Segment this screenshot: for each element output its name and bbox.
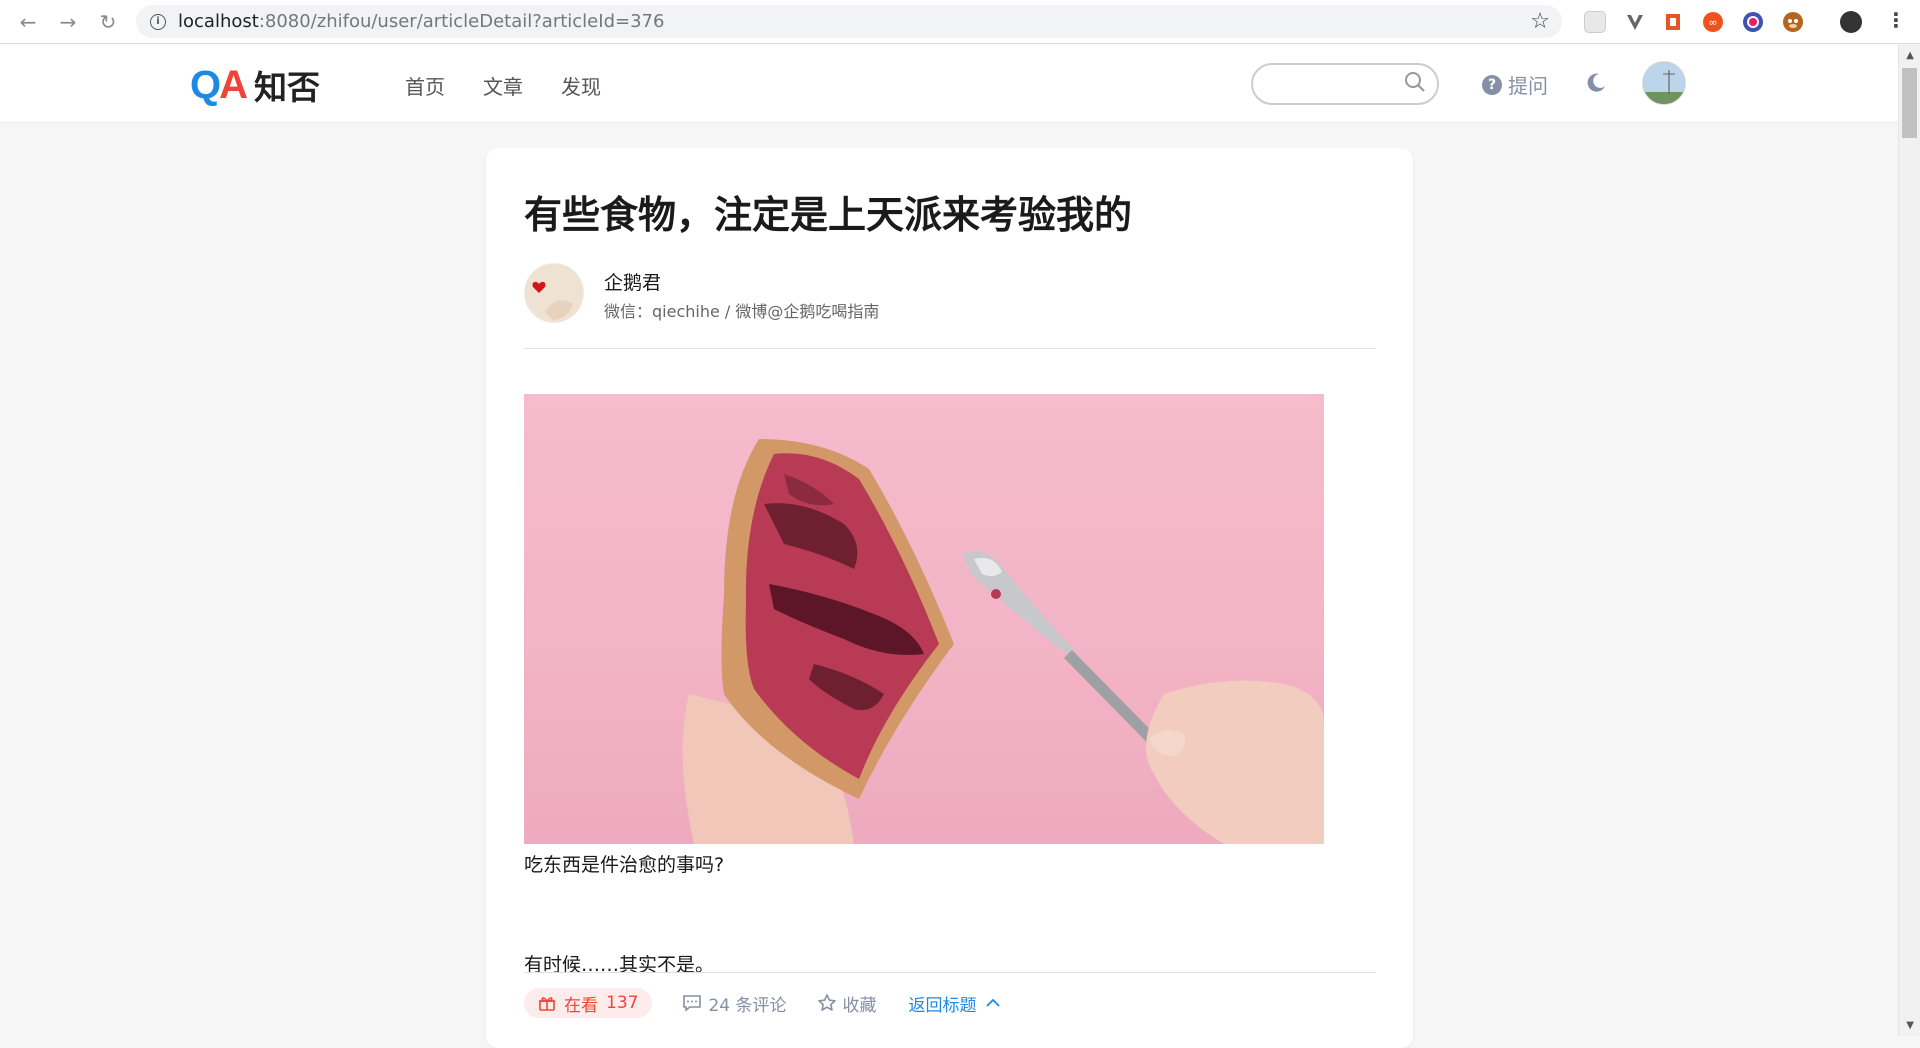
site-logo[interactable]: Q A 知否	[190, 61, 320, 109]
back-label: 返回标题	[908, 995, 977, 1016]
extension-color-icon[interactable]	[1742, 11, 1764, 33]
site-header: Q A 知否 首页 文章 发现 ? 提问	[0, 45, 1898, 123]
nav-articles[interactable]: 文章	[483, 71, 523, 100]
bookmark-star-icon[interactable]: ☆	[1530, 9, 1550, 34]
extension-infinity-icon[interactable]: ∞	[1702, 11, 1724, 33]
info-icon[interactable]: i	[150, 13, 166, 30]
back-to-title-link[interactable]: 返回标题	[909, 991, 1001, 1016]
article-image-toast-jam	[524, 394, 1324, 844]
nav-discover[interactable]: 发现	[561, 71, 601, 100]
divider	[524, 348, 1376, 349]
scroll-down-arrow-icon[interactable]: ▼	[1906, 1020, 1914, 1031]
profile-avatar-icon[interactable]	[1840, 11, 1862, 33]
favorite-button[interactable]: 收藏	[817, 991, 877, 1016]
main-nav: 首页 文章 发现	[405, 71, 601, 100]
star-outline-icon	[817, 994, 836, 1011]
chevron-up-icon	[985, 998, 1000, 1007]
url-host: localhost	[178, 11, 259, 32]
logo-q: Q	[190, 62, 222, 107]
search-box	[1251, 63, 1439, 105]
comments-label: 24 条评论	[708, 995, 787, 1016]
back-arrow-icon[interactable]: ←	[14, 8, 42, 36]
watching-label: 在看	[564, 995, 598, 1016]
logo-text: 知否	[254, 68, 321, 107]
browser-toolbar: ← → ↻ i localhost :8080/zhifou/user/arti…	[0, 0, 1920, 44]
browser-menu-icon[interactable]: ⋮	[1886, 8, 1906, 32]
scrollbar-thumb[interactable]	[1902, 68, 1917, 138]
address-bar[interactable]: i localhost :8080/zhifou/user/articleDet…	[136, 5, 1562, 38]
author-avatar[interactable]	[524, 263, 584, 323]
favorite-label: 收藏	[842, 995, 877, 1016]
nav-home[interactable]: 首页	[405, 71, 445, 100]
search-icon[interactable]	[1403, 70, 1427, 94]
watching-button[interactable]: 在看 137	[524, 988, 653, 1018]
scroll-up-arrow-icon[interactable]: ▲	[1906, 50, 1914, 61]
dark-mode-moon-icon[interactable]	[1584, 71, 1608, 95]
divider	[524, 972, 1376, 973]
article-title: 有些食物，注定是上天派来考验我的	[524, 193, 1133, 237]
extension-monkey-icon[interactable]	[1782, 11, 1804, 33]
author-bio: 微信：qiechihe / 微博@企鹅吃喝指南	[604, 302, 880, 321]
comment-icon	[683, 995, 702, 1012]
comments-button[interactable]: 24 条评论	[682, 991, 787, 1016]
logo-a: A	[219, 62, 249, 107]
forward-arrow-icon[interactable]: →	[54, 8, 82, 36]
author-name[interactable]: 企鹅君	[604, 268, 661, 295]
user-avatar[interactable]	[1642, 61, 1686, 105]
search-input[interactable]	[1267, 65, 1407, 101]
watching-count: 137	[606, 993, 639, 1013]
article-card: 有些食物，注定是上天派来考验我的 企鹅君 微信：qiechihe / 微博@企鹅…	[486, 148, 1413, 1048]
article-action-bar: 在看 137 24 条评论 收藏 返回标题	[524, 988, 1001, 1018]
svg-text:∞: ∞	[1708, 16, 1717, 29]
question-circle-icon: ?	[1482, 74, 1502, 95]
url-path: :8080/zhifou/user/articleDetail?articleI…	[258, 11, 665, 32]
page-scrollbar[interactable]	[1898, 45, 1920, 1036]
reload-icon[interactable]: ↻	[94, 8, 122, 36]
extension-blank-icon[interactable]	[1584, 11, 1606, 33]
gift-icon	[539, 997, 555, 1011]
article-paragraph: 吃东西是件治愈的事吗?	[524, 854, 725, 876]
extension-office-icon[interactable]	[1662, 11, 1684, 33]
ask-question-button[interactable]: ? 提问	[1482, 70, 1548, 99]
ask-label: 提问	[1508, 74, 1548, 98]
extension-v-icon[interactable]	[1624, 11, 1646, 33]
